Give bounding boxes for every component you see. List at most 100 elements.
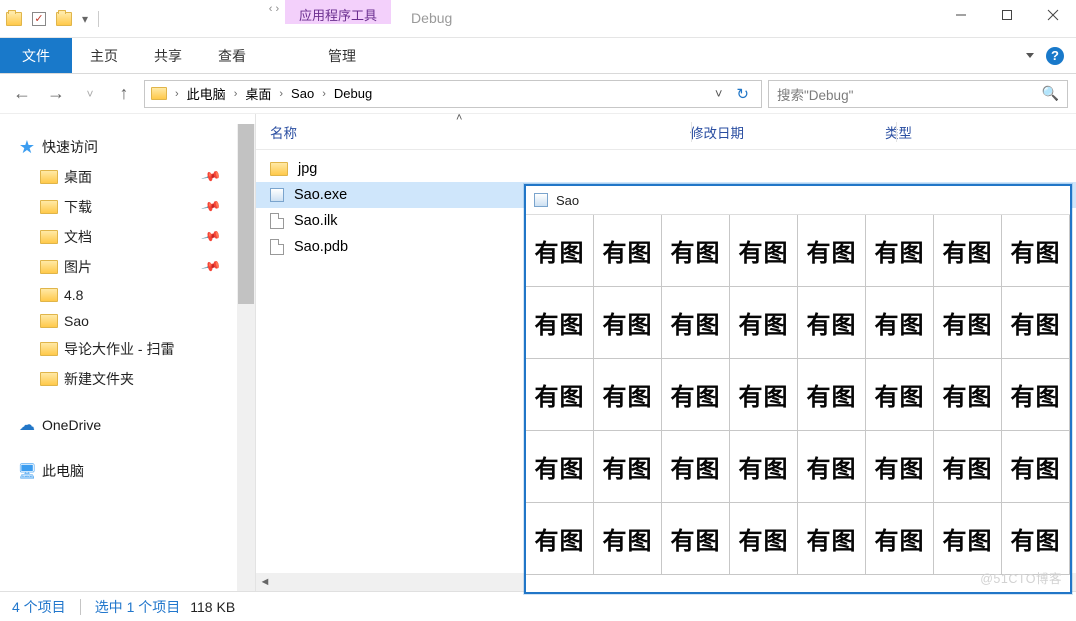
sidebar-item[interactable]: 下载📌: [40, 192, 247, 222]
breadcrumb-segment[interactable]: Sao: [287, 86, 318, 101]
sidebar-item-label: 文档: [64, 227, 92, 247]
grid-cell[interactable]: 有图: [526, 358, 594, 431]
search-icon[interactable]: 🔍: [1042, 85, 1059, 102]
chevron-right-icon[interactable]: ›: [320, 88, 328, 100]
maximize-button[interactable]: [984, 0, 1030, 30]
grid-cell[interactable]: 有图: [661, 502, 730, 575]
grid-cell[interactable]: 有图: [1001, 286, 1070, 359]
grid-cell[interactable]: 有图: [729, 358, 798, 431]
grid-cell[interactable]: 有图: [661, 430, 730, 503]
window-controls: [938, 0, 1076, 37]
sao-titlebar[interactable]: Sao: [526, 186, 1070, 214]
tab-home[interactable]: 主页: [72, 38, 136, 73]
grid-cell[interactable]: 有图: [593, 502, 662, 575]
breadcrumb-segment[interactable]: 此电脑: [183, 84, 230, 103]
up-button[interactable]: ↑: [110, 80, 138, 108]
tab-manage[interactable]: 管理: [310, 38, 374, 73]
grid-cell[interactable]: 有图: [797, 214, 866, 287]
grid-cell[interactable]: 有图: [526, 430, 594, 503]
folder-icon: [270, 162, 288, 176]
grid-cell[interactable]: 有图: [1001, 214, 1070, 287]
chevron-right-icon[interactable]: ›: [277, 88, 285, 100]
grid-cell[interactable]: 有图: [865, 358, 934, 431]
grid-cell[interactable]: 有图: [729, 430, 798, 503]
grid-cell[interactable]: 有图: [933, 358, 1002, 431]
grid-cell[interactable]: 有图: [729, 214, 798, 287]
onedrive-item[interactable]: ☁ OneDrive: [18, 412, 247, 438]
quick-access-header[interactable]: ★ 快速访问: [18, 132, 247, 162]
grid-cell[interactable]: 有图: [526, 502, 594, 575]
grid-cell[interactable]: 有图: [593, 358, 662, 431]
grid-cell[interactable]: 有图: [865, 430, 934, 503]
sidebar-item[interactable]: 桌面📌: [40, 162, 247, 192]
grid-cell[interactable]: 有图: [593, 430, 662, 503]
grid-cell[interactable]: 有图: [1001, 430, 1070, 503]
grid-cell[interactable]: 有图: [797, 502, 866, 575]
grid-cell[interactable]: 有图: [526, 214, 594, 287]
file-tab[interactable]: 文件: [0, 38, 72, 73]
scroll-left-icon[interactable]: ◄: [256, 573, 274, 591]
tab-share[interactable]: 共享: [136, 38, 200, 73]
grid-cell[interactable]: 有图: [593, 214, 662, 287]
folder-icon: [6, 12, 22, 26]
grid-cell[interactable]: 有图: [865, 214, 934, 287]
grid-cell[interactable]: 有图: [865, 286, 934, 359]
sidebar-item[interactable]: 图片📌: [40, 252, 247, 282]
grid-cell[interactable]: 有图: [933, 214, 1002, 287]
grid-cell[interactable]: 有图: [797, 286, 866, 359]
properties-icon[interactable]: ✓: [32, 12, 46, 26]
grid-cell[interactable]: 有图: [661, 214, 730, 287]
grid-cell[interactable]: 有图: [661, 358, 730, 431]
file-row[interactable]: jpg: [256, 156, 1076, 182]
recent-locations-button[interactable]: ˅: [76, 80, 104, 108]
tab-view[interactable]: 查看: [200, 38, 264, 73]
ribbon-collapse-icon[interactable]: [1026, 53, 1034, 58]
search-input[interactable]: 搜索"Debug" 🔍: [768, 80, 1068, 108]
breadcrumb-segment[interactable]: 桌面: [241, 84, 275, 103]
grid-cell[interactable]: 有图: [593, 286, 662, 359]
grid-cell[interactable]: 有图: [661, 286, 730, 359]
file-name: jpg: [298, 161, 317, 177]
help-icon[interactable]: ?: [1046, 47, 1064, 65]
grid-cell[interactable]: 有图: [797, 358, 866, 431]
column-separator[interactable]: [896, 122, 897, 142]
sidebar-item[interactable]: Sao: [40, 308, 247, 334]
grid-cell[interactable]: 有图: [729, 502, 798, 575]
grid-cell[interactable]: 有图: [933, 502, 1002, 575]
quick-access-label: 快速访问: [42, 137, 98, 157]
grid-cell[interactable]: 有图: [933, 430, 1002, 503]
column-date[interactable]: 修改日期: [690, 122, 885, 142]
column-name[interactable]: 名称: [270, 122, 690, 142]
folder-icon[interactable]: [56, 12, 72, 26]
address-bar[interactable]: › 此电脑 › 桌面 › Sao › Debug ˅ ↻: [144, 80, 762, 108]
grid-cell[interactable]: 有图: [797, 430, 866, 503]
contextual-tab-header: 应用程序工具: [285, 0, 391, 24]
this-pc-item[interactable]: 🖥 此电脑: [18, 456, 247, 486]
scrollbar-thumb[interactable]: [238, 124, 254, 304]
qat-dropdown[interactable]: ▾: [82, 12, 88, 26]
grid-cell[interactable]: 有图: [1001, 502, 1070, 575]
grid-cell[interactable]: 有图: [933, 286, 1002, 359]
sidebar-item[interactable]: 导论大作业 - 扫雷: [40, 334, 247, 364]
forward-button[interactable]: →: [42, 80, 70, 108]
grid-cell[interactable]: 有图: [1001, 358, 1070, 431]
pane-resize-handle[interactable]: ‹ ›: [254, 3, 294, 15]
refresh-icon[interactable]: ↻: [728, 85, 757, 103]
grid-cell[interactable]: 有图: [526, 286, 594, 359]
breadcrumb-segment[interactable]: Debug: [330, 86, 376, 101]
address-dropdown-icon[interactable]: ˅: [709, 86, 729, 101]
sidebar-item[interactable]: 文档📌: [40, 222, 247, 252]
close-button[interactable]: [1030, 0, 1076, 30]
chevron-right-icon[interactable]: ›: [173, 88, 181, 100]
grid-cell[interactable]: 有图: [729, 286, 798, 359]
chevron-right-icon[interactable]: ›: [232, 88, 240, 100]
column-type[interactable]: 类型: [885, 122, 942, 142]
sidebar-item[interactable]: 4.8: [40, 282, 247, 308]
grid-cell[interactable]: 有图: [865, 502, 934, 575]
minimize-button[interactable]: [938, 0, 984, 30]
sao-grid: 有图有图有图有图有图有图有图有图有图有图有图有图有图有图有图有图有图有图有图有图…: [526, 214, 1070, 592]
column-separator[interactable]: [691, 122, 692, 142]
sidebar-item[interactable]: 新建文件夹: [40, 364, 247, 394]
back-button[interactable]: ←: [8, 80, 36, 108]
this-pc-label: 此电脑: [42, 461, 84, 481]
